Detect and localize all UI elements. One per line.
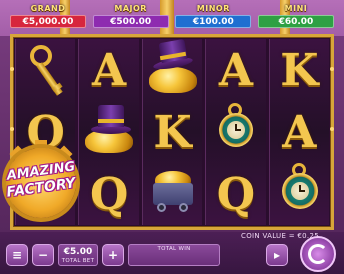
jackpot-value: €5,000.00 — [10, 15, 86, 28]
rivet — [10, 127, 14, 131]
symbol-letter: A — [218, 44, 253, 96]
symbol-a: A — [206, 39, 265, 101]
bet-increase-button[interactable]: + — [102, 244, 124, 266]
symbol-letter: A — [92, 44, 127, 96]
reel-3: K — [141, 38, 203, 225]
symbol-letter: Q — [216, 168, 256, 220]
jackpot-mini: MINI €60.00 — [257, 4, 334, 32]
total-bet-panel: €5.00 TOTAL BET — [58, 244, 98, 266]
symbol-mine-cart — [143, 163, 202, 225]
cart-wheel — [156, 203, 166, 212]
symbol-top-hat-gold — [143, 38, 202, 101]
symbol-k: K — [143, 101, 202, 163]
total-win-label: TOTAL WIN — [157, 246, 191, 252]
total-bet-label: TOTAL BET — [61, 258, 95, 264]
jackpot-title: MAJOR — [114, 4, 147, 13]
symbol-key — [16, 39, 75, 101]
gold-coins — [148, 67, 197, 93]
jackpot-title: MINOR — [196, 4, 230, 13]
spin-icon — [308, 244, 328, 264]
mine-cart-body — [152, 183, 193, 205]
reel-2: A Q — [78, 39, 139, 225]
game-stage: GRAND €5,000.00 MAJOR €500.00 MINOR €100… — [0, 0, 344, 274]
amazing-factory-logo: AMAZING FACTORY — [2, 140, 80, 218]
jackpot-value: €60.00 — [257, 15, 334, 28]
plus-icon: + — [107, 248, 119, 262]
cart-wheel — [178, 203, 188, 212]
top-hat-crown — [98, 105, 125, 127]
menu-button[interactable]: ≡ — [6, 244, 28, 266]
jackpot-bar: GRAND €5,000.00 MAJOR €500.00 MINOR €100… — [10, 4, 334, 32]
jackpot-value: €100.00 — [175, 15, 252, 28]
symbol-q: Q — [79, 163, 138, 225]
spin-button[interactable] — [300, 236, 336, 272]
rivet — [330, 67, 334, 71]
menu-icon: ≡ — [11, 248, 23, 262]
jackpot-title: GRAND — [30, 4, 66, 13]
symbol-letter: K — [153, 106, 192, 158]
watch-hand — [235, 129, 242, 131]
jackpot-title: MINI — [284, 4, 308, 13]
reel-4: A Q — [205, 39, 266, 225]
minus-icon: − — [37, 248, 49, 262]
rivet — [10, 67, 14, 71]
jackpot-minor: MINOR €100.00 — [175, 4, 252, 32]
jackpot-grand: GRAND €5,000.00 — [10, 4, 86, 32]
reel-5: K A — [268, 39, 330, 225]
symbol-a: A — [270, 101, 329, 163]
symbol-letter: A — [282, 106, 317, 158]
symbol-pocket-watch — [270, 163, 329, 225]
jackpot-value: €500.00 — [92, 15, 169, 28]
symbol-a: A — [79, 39, 138, 101]
symbol-letter: K — [280, 44, 319, 96]
total-bet-value: €5.00 — [63, 247, 93, 257]
total-win-panel: TOTAL WIN — [128, 244, 220, 266]
symbol-k: K — [270, 39, 329, 101]
bet-decrease-button[interactable]: − — [32, 244, 54, 266]
key-shaft — [36, 62, 63, 96]
rivet — [330, 127, 334, 131]
autoplay-icon: ▸ — [273, 248, 281, 262]
autoplay-button[interactable]: ▸ — [266, 244, 288, 266]
symbol-pocket-watch — [206, 101, 265, 163]
jackpot-major: MAJOR €500.00 — [92, 4, 169, 32]
symbol-q: Q — [206, 163, 265, 225]
symbol-top-hat-gold — [79, 101, 138, 163]
top-hat-band — [98, 119, 125, 123]
symbol-letter: Q — [89, 168, 129, 220]
watch-hand — [298, 190, 305, 192]
